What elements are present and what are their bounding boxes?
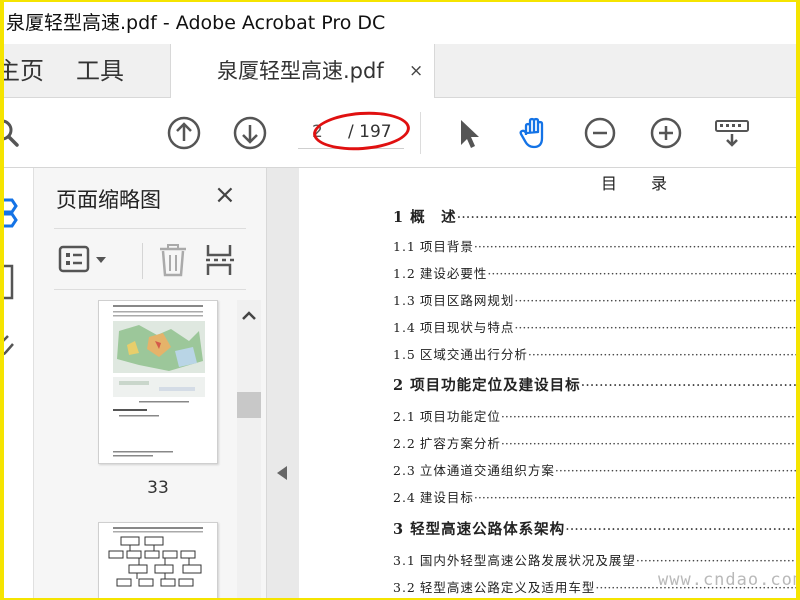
page-thumbnails-icon[interactable] xyxy=(4,196,24,230)
toc-entry-number: 1.5 xyxy=(393,347,416,362)
toolbar-divider xyxy=(420,112,421,154)
toc-leader-dots: ········································… xyxy=(565,522,796,538)
thumbnails-panel: 页面缩略图 × 33 xyxy=(34,168,267,598)
toc-entry-number: 3 xyxy=(393,521,405,538)
collapse-panel-icon[interactable] xyxy=(275,464,289,482)
delete-page-icon[interactable] xyxy=(156,243,190,277)
toc-entry-title: 轻型高速公路体系架构 xyxy=(410,521,566,538)
tab-tools[interactable]: 工具 xyxy=(76,44,124,98)
document-page: 目录 1概 述·································… xyxy=(299,168,796,598)
toc-entry[interactable]: 2.3 立体通道交通组织方案···························… xyxy=(393,460,796,480)
toc-entry-number: 1.2 xyxy=(393,266,416,281)
keyboard-icon[interactable] xyxy=(714,115,750,151)
insert-page-icon[interactable] xyxy=(204,243,238,277)
toc-entry-title: 项目背景 xyxy=(419,239,474,254)
toc-entry[interactable]: 1.1 项目背景·································… xyxy=(393,236,796,256)
toc-entry[interactable]: 3 轻型高速公路体系架构·····························… xyxy=(393,518,796,538)
toc-entry[interactable]: 1.3 项目区路网规划······························… xyxy=(393,290,796,310)
hand-tool-icon[interactable] xyxy=(516,115,552,151)
toc-entry-number: 2.3 xyxy=(393,463,416,478)
toc-entry[interactable]: 2 项目功能定位及建设目标····························… xyxy=(393,374,796,394)
toc-entry-title: 项目区路网规划 xyxy=(419,293,515,308)
toc-leader-dots: ········································… xyxy=(554,463,796,478)
toc-entry-title: 概 述 xyxy=(410,209,457,226)
prev-page-icon[interactable] xyxy=(166,115,202,151)
toc-leader-dots: ········································… xyxy=(580,378,796,394)
zoom-in-icon[interactable] xyxy=(648,115,684,151)
toc-entry-number: 2.1 xyxy=(393,409,416,424)
toc-entry-title: 国内外轻型高速公路发展状况及展望 xyxy=(419,553,636,568)
watermark: www.cndao.com xyxy=(658,570,796,590)
toc-leader-dots: ········································… xyxy=(487,266,796,281)
search-icon[interactable] xyxy=(4,115,24,151)
toc-entry-number: 2 xyxy=(393,377,405,394)
toc-entry-title: 建设目标 xyxy=(419,490,474,505)
toc-leader-dots: ········································… xyxy=(527,347,796,362)
toc-leader-dots: ········································… xyxy=(500,409,796,424)
toc-entry[interactable]: 1.4 项目现状与特点······························… xyxy=(393,317,796,337)
tab-bar: 主页 工具 泉厦轻型高速.pdf × xyxy=(4,44,796,99)
toc-entry-number: 2.2 xyxy=(393,436,416,451)
select-arrow-icon[interactable] xyxy=(450,115,486,151)
scrollbar-thumb[interactable] xyxy=(237,392,261,418)
thumbnail-page-number: 33 xyxy=(147,478,169,498)
thumbnail-options-icon[interactable] xyxy=(58,243,112,277)
next-page-icon[interactable] xyxy=(232,115,268,151)
bookmarks-icon[interactable] xyxy=(4,262,20,302)
toc-entry-number: 1.3 xyxy=(393,293,416,308)
toc-leader-dots: ········································… xyxy=(456,210,796,226)
toolbar: 2 / 197 xyxy=(4,98,796,168)
toc-entry-number: 3.1 xyxy=(393,553,416,568)
tab-home[interactable]: 主页 xyxy=(4,44,44,98)
toc-entry[interactable]: 1 概 述····································… xyxy=(393,206,796,226)
tab-close-button[interactable]: × xyxy=(409,44,423,98)
panel-close-button[interactable]: × xyxy=(214,180,236,210)
panel-toolbar-divider xyxy=(142,243,143,279)
toc-leader-dots: ········································… xyxy=(473,239,796,254)
toc-leader-dots: ········································… xyxy=(514,320,796,335)
acrobat-window: 泉厦轻型高速.pdf - Adobe Acrobat Pro DC 主页 工具 … xyxy=(4,2,796,598)
toc-entry-number: 1.1 xyxy=(393,239,416,254)
toc-entry-title: 轻型高速公路定义及适用车型 xyxy=(419,580,596,595)
toc-entry-title: 扩容方案分析 xyxy=(419,436,501,451)
toc-entry-number: 1.4 xyxy=(393,320,416,335)
title-bar: 泉厦轻型高速.pdf - Adobe Acrobat Pro DC xyxy=(4,2,796,40)
toc-entry-title: 项目功能定位及建设目标 xyxy=(410,377,581,394)
panel-toolbar xyxy=(54,228,246,290)
toc-entry[interactable]: 1.2 建设必要性································… xyxy=(393,263,796,283)
toc-entry-number: 2.4 xyxy=(393,490,416,505)
toc-heading: 目录 xyxy=(601,174,702,193)
toc-entry-title: 建设必要性 xyxy=(419,266,488,281)
toc-entry-number: 1 xyxy=(393,209,405,226)
attachment-icon[interactable] xyxy=(4,330,20,360)
zoom-out-icon[interactable] xyxy=(582,115,618,151)
page-thumbnail[interactable] xyxy=(98,522,218,598)
toc-leader-dots: ········································… xyxy=(635,553,796,568)
toc-leader-dots: ········································… xyxy=(473,490,796,505)
toc-entry[interactable]: 2.4 建设目标·································… xyxy=(393,487,796,507)
toc-entry-number: 3.2 xyxy=(393,580,416,595)
window-title: 泉厦轻型高速.pdf - Adobe Acrobat Pro DC xyxy=(6,12,386,34)
document-view: 目录 1概 述·································… xyxy=(267,168,796,598)
page-thumbnail[interactable] xyxy=(98,300,218,464)
toc-entry[interactable]: 2.2 扩容方案分析·······························… xyxy=(393,433,796,453)
toc-entry[interactable]: 2.1 项目功能定位·······························… xyxy=(393,406,796,426)
toc-entry-title: 项目功能定位 xyxy=(419,409,501,424)
toc-entry[interactable]: 1.5 区域交通出行分析·····························… xyxy=(393,344,796,364)
toc-entry-title: 项目现状与特点 xyxy=(419,320,515,335)
tab-document[interactable]: 泉厦轻型高速.pdf × xyxy=(170,44,435,99)
tab-document-label: 泉厦轻型高速.pdf xyxy=(217,59,384,83)
thumbnail-scrollbar[interactable] xyxy=(237,300,261,598)
left-nav-rail xyxy=(4,168,34,598)
thumbnail-list: 33 xyxy=(34,300,267,598)
toc-entry-title: 立体通道交通组织方案 xyxy=(419,463,555,478)
panel-title: 页面缩略图 xyxy=(56,188,161,212)
toc-entry-title: 区域交通出行分析 xyxy=(419,347,528,362)
toc-entry[interactable]: 3.1 国内外轻型高速公路发展状况及展望·····················… xyxy=(393,550,796,570)
toc-leader-dots: ········································… xyxy=(500,436,796,451)
toc-leader-dots: ········································… xyxy=(514,293,796,308)
scroll-up-icon[interactable] xyxy=(237,304,261,328)
